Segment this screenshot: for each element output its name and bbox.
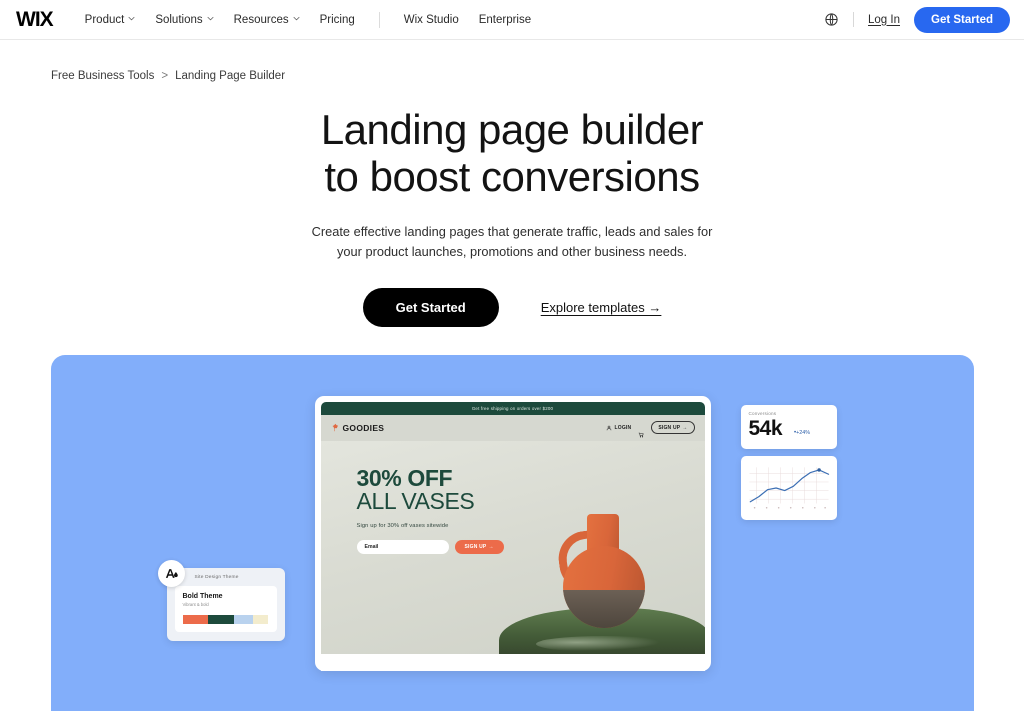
nav-item-product[interactable]: Product	[85, 14, 136, 26]
arrow-right-icon: →	[682, 424, 688, 431]
hero-subtitle-line1: Create effective landing pages that gene…	[311, 224, 713, 240]
hero-cta-row: Get Started Explore templates →	[0, 287, 1024, 327]
nav-item-label: Pricing	[319, 13, 355, 26]
login-link[interactable]: Log In	[868, 14, 900, 26]
chevron-down-icon	[293, 15, 300, 22]
stat-row: 54k •+24%	[749, 418, 829, 439]
chart-line	[749, 469, 829, 503]
nav-item-resources[interactable]: Resources	[234, 14, 300, 26]
theme-card-body: Bold Theme Vibrant & bold	[174, 585, 277, 632]
theme-card-header: Site Design Theme	[175, 575, 277, 580]
stat-label: Conversions	[748, 410, 777, 416]
mock-brand[interactable]: GOODIES	[331, 423, 385, 433]
nav-item-label: Wix Studio	[403, 13, 459, 26]
mock-promo-headline-bold: 30% OFF	[356, 464, 453, 491]
nav-item-label: Resources	[233, 13, 289, 26]
line-chart	[748, 467, 829, 509]
palette-swatch	[234, 614, 253, 624]
theme-title: Bold Theme	[182, 592, 223, 600]
explore-templates-link[interactable]: Explore templates →	[541, 300, 662, 315]
nav-item-label: Enterprise	[478, 13, 532, 26]
page-title: Landing page builder to boost conversion…	[0, 106, 1024, 200]
browser-footer-strip	[320, 653, 705, 671]
conversions-chart-card	[740, 455, 837, 520]
page-title-line2: to boost conversions	[324, 153, 700, 201]
mock-site-header: GOODIES LOGIN SIGN UP →	[320, 414, 705, 441]
mock-header-actions: LOGIN SIGN UP →	[606, 421, 695, 438]
chevron-down-icon	[128, 15, 135, 22]
chevron-down-icon	[207, 15, 214, 22]
nav-separator	[853, 12, 855, 27]
nav-item-label: Solutions	[155, 13, 203, 26]
breadcrumb-parent[interactable]: Free Business Tools	[51, 70, 154, 82]
stat-delta-value: +24%	[796, 429, 811, 436]
browser-viewport: Get free shipping on orders over $200 GO…	[320, 401, 705, 654]
page-title-line1: Landing page builder	[320, 106, 704, 153]
primary-nav: Product Solutions Resources Pricing Wix …	[85, 11, 531, 28]
mock-login-link[interactable]: LOGIN	[606, 425, 631, 431]
mock-promo-headline-thin: ALL VASES	[356, 488, 475, 515]
breadcrumb: Free Business Tools > Landing Page Build…	[51, 70, 1024, 82]
stat-value: 54k	[748, 416, 783, 440]
nav-item-pricing[interactable]: Pricing	[320, 14, 355, 26]
browser-mockup: Get free shipping on orders over $200 GO…	[314, 395, 711, 671]
mock-form-submit-button[interactable]: SIGN UP →	[454, 540, 504, 555]
top-navbar: WIX Product Solutions Resources Pricing …	[0, 0, 1024, 40]
nav-item-wix-studio[interactable]: Wix Studio	[404, 14, 459, 26]
chart-grid	[748, 467, 829, 504]
mock-brand-label: GOODIES	[342, 422, 385, 433]
showcase-panel: Site Design Theme Bold Theme Vibrant & b…	[50, 354, 974, 711]
mock-site-hero: 30% OFF ALL VASES Sign up for 30% off va…	[320, 440, 705, 654]
theme-subtitle: Vibrant & bold	[182, 601, 209, 607]
email-field[interactable]: Email	[356, 540, 449, 555]
arrow-right-icon: →	[488, 544, 494, 551]
chart-x-ticks	[753, 506, 826, 509]
mock-signup-label: SIGN UP	[658, 424, 681, 431]
stat-delta: •+24%	[794, 430, 810, 439]
hero-subtitle-line2: your product launches, promotions and ot…	[337, 243, 687, 259]
design-theme-icon	[157, 559, 185, 587]
theme-palette	[182, 614, 269, 624]
palette-swatch	[208, 614, 235, 624]
wix-logo[interactable]: WIX	[16, 9, 54, 30]
user-icon	[606, 425, 612, 431]
breadcrumb-current: Landing Page Builder	[175, 70, 286, 82]
conversions-stat-card: Conversions 54k •+24%	[740, 404, 837, 449]
chart-marker-point	[816, 467, 821, 472]
announcement-bar: Get free shipping on orders over $200	[320, 401, 705, 415]
nav-divider	[378, 11, 380, 28]
breadcrumb-separator: >	[161, 70, 169, 82]
mock-signup-button[interactable]: SIGN UP →	[651, 421, 695, 435]
product-image-vase	[498, 441, 705, 654]
cart-icon[interactable]	[638, 425, 644, 438]
theme-card-header-label: Site Design Theme	[194, 574, 239, 580]
palette-swatch	[253, 614, 269, 624]
palette-swatch	[182, 614, 209, 624]
navbar-right-group: Log In Get Started	[824, 6, 1010, 33]
get-started-button-hero[interactable]: Get Started	[362, 287, 499, 327]
mock-form-submit-label: SIGN UP	[464, 544, 487, 551]
mock-login-label: LOGIN	[614, 424, 632, 431]
nav-item-solutions[interactable]: Solutions	[155, 13, 214, 26]
nav-item-label: Product	[84, 13, 125, 26]
hero-subtitle: Create effective landing pages that gene…	[0, 222, 1024, 262]
leaf-logo-icon	[331, 423, 340, 432]
globe-icon[interactable]	[824, 12, 839, 27]
nav-item-enterprise[interactable]: Enterprise	[479, 14, 531, 26]
theme-card[interactable]: Site Design Theme Bold Theme Vibrant & b…	[157, 559, 285, 641]
hero-section: Landing page builder to boost conversion…	[0, 106, 1024, 327]
get-started-button-nav[interactable]: Get Started	[914, 6, 1010, 33]
vase-body	[562, 545, 645, 628]
